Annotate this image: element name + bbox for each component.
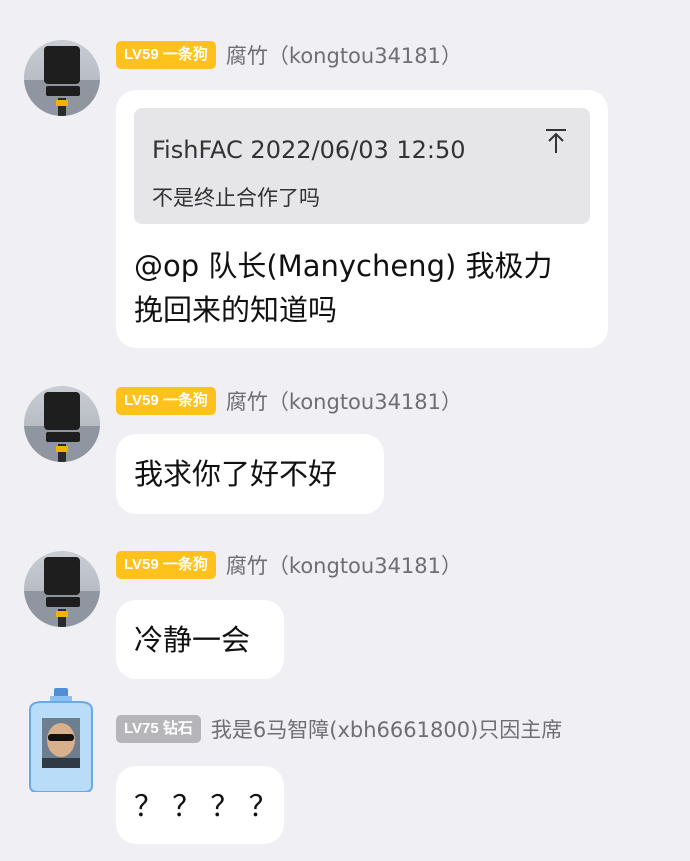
message-bubble[interactable]: FishFAC 2022/06/03 12:50 不是终止合作了吗 @op 队长… bbox=[116, 90, 608, 348]
message-text: ？ ？ ？ ？ bbox=[134, 789, 278, 823]
message-bubble[interactable]: 冷静一会 bbox=[116, 600, 284, 679]
username[interactable]: 腐竹（kongtou34181） bbox=[226, 40, 462, 70]
message-meta: LV59 一条狗 腐竹（kongtou34181） bbox=[116, 386, 462, 416]
message-text: 冷静一会 bbox=[134, 623, 251, 657]
message-bubble[interactable]: ？ ？ ？ ？ bbox=[116, 766, 284, 844]
message-bubble[interactable]: 我求你了好不好 bbox=[116, 434, 384, 514]
message-text: 我求你了好不好 bbox=[134, 457, 338, 491]
message-meta: LV75 钻石 我是6马智障(xbh6661800)只因主席 bbox=[116, 714, 562, 744]
level-badge: LV59 一条狗 bbox=[116, 387, 216, 415]
quote-header: FishFAC 2022/06/03 12:50 bbox=[152, 136, 466, 164]
quoted-message[interactable]: FishFAC 2022/06/03 12:50 不是终止合作了吗 bbox=[134, 108, 590, 224]
level-badge: LV59 一条狗 bbox=[116, 551, 216, 579]
avatar-sign-image bbox=[24, 392, 100, 462]
avatar[interactable] bbox=[20, 688, 102, 793]
avatar-sign-image bbox=[24, 557, 100, 627]
level-badge: LV59 一条狗 bbox=[116, 41, 216, 69]
message-meta: LV59 一条狗 腐竹（kongtou34181） bbox=[116, 40, 462, 70]
message-text: @op 队长(Manycheng) 我极力 挽回来的知道吗 bbox=[134, 244, 553, 332]
avatar[interactable] bbox=[24, 386, 100, 462]
avatar[interactable] bbox=[24, 40, 100, 116]
username[interactable]: 腐竹（kongtou34181） bbox=[226, 386, 462, 416]
avatar-sign-image bbox=[24, 46, 100, 116]
message-meta: LV59 一条狗 腐竹（kongtou34181） bbox=[116, 550, 462, 580]
username[interactable]: 我是6马智障(xbh6661800)只因主席 bbox=[211, 714, 562, 744]
jump-to-top-icon[interactable] bbox=[544, 128, 568, 154]
message-line: @op 队长(Manycheng) 我极力 bbox=[134, 249, 553, 283]
quote-text: 不是终止合作了吗 bbox=[152, 186, 320, 210]
username[interactable]: 腐竹（kongtou34181） bbox=[226, 550, 462, 580]
level-badge: LV75 钻石 bbox=[116, 715, 201, 743]
avatar-water-bottle-image bbox=[29, 688, 93, 793]
message-line: 挽回来的知道吗 bbox=[134, 293, 338, 327]
avatar[interactable] bbox=[24, 551, 100, 627]
